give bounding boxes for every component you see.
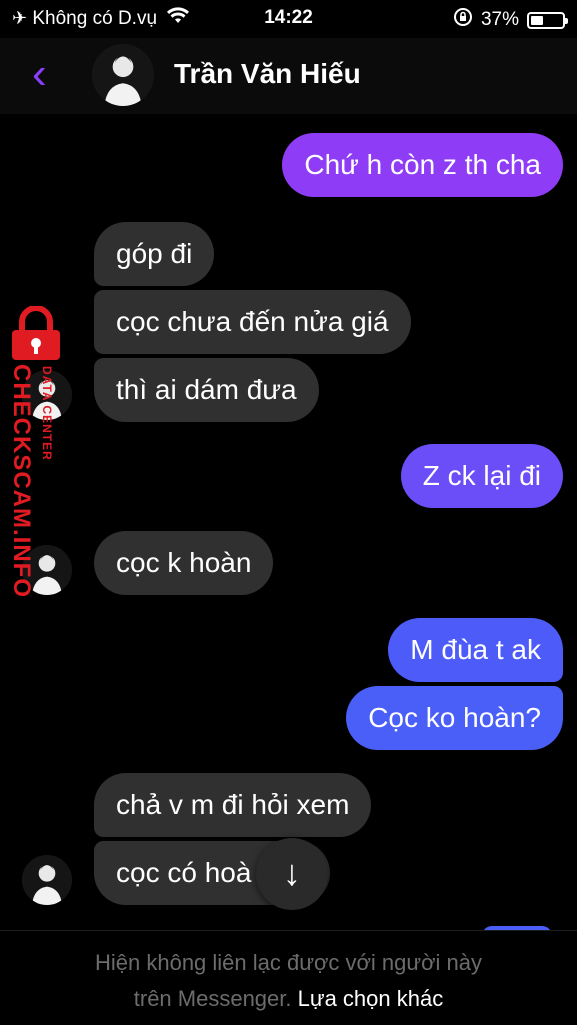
message-bubble-incoming[interactable]: thì ai dám đưa: [94, 358, 319, 422]
message-bubble-incoming[interactable]: góp đi: [94, 222, 215, 286]
message-bubble-outgoing[interactable]: Cọc ko hoàn?: [346, 686, 563, 750]
footer-line2: trên Messenger.: [133, 986, 292, 1011]
watermark-brand: CHECKSCAM.INFO: [8, 364, 35, 598]
battery-icon: [527, 11, 568, 29]
message-bubble-outgoing[interactable]: Chứ h còn z th cha: [282, 133, 563, 197]
message-bubble-outgoing[interactable]: Z ck lại đi: [400, 444, 563, 508]
rotation-lock-icon: [453, 7, 473, 33]
footer-notice: Hiện không liên lạc được với người này t…: [0, 945, 577, 1017]
scroll-down-button[interactable]: ↓: [256, 838, 328, 910]
footer-line1: Hiện không liên lạc được với người này: [94, 950, 483, 975]
watermark-sub: DATA CENTER: [40, 366, 54, 461]
message-bubble-incoming[interactable]: cọc k hoàn: [94, 531, 274, 595]
footer-line2-wrap: trên Messenger. Lựa chọn khác: [0, 981, 577, 1017]
lock-icon: [12, 306, 60, 360]
status-right: 37%: [453, 7, 568, 33]
battery-percent: 37%: [480, 9, 519, 30]
contact-avatar[interactable]: [92, 44, 154, 106]
contact-name[interactable]: Trần Văn Hiếu: [174, 58, 361, 90]
status-bar: ✈ Không có D.vụ 14:22 37%: [0, 0, 577, 38]
message-bubble-outgoing[interactable]: M đùa t ak: [388, 618, 563, 682]
arrow-down-icon: ↓: [283, 852, 301, 893]
message-bubble-incoming[interactable]: chả v m đi hỏi xem: [94, 773, 372, 837]
watermark: CHECKSCAM.INFO DATA CENTER: [6, 306, 66, 598]
sender-avatar[interactable]: [22, 855, 72, 905]
other-options-link[interactable]: Lựa chọn khác: [298, 986, 444, 1011]
message-bubble-incoming[interactable]: cọc chưa đến nửa giá: [94, 290, 411, 354]
back-button[interactable]: ‹: [32, 52, 58, 96]
